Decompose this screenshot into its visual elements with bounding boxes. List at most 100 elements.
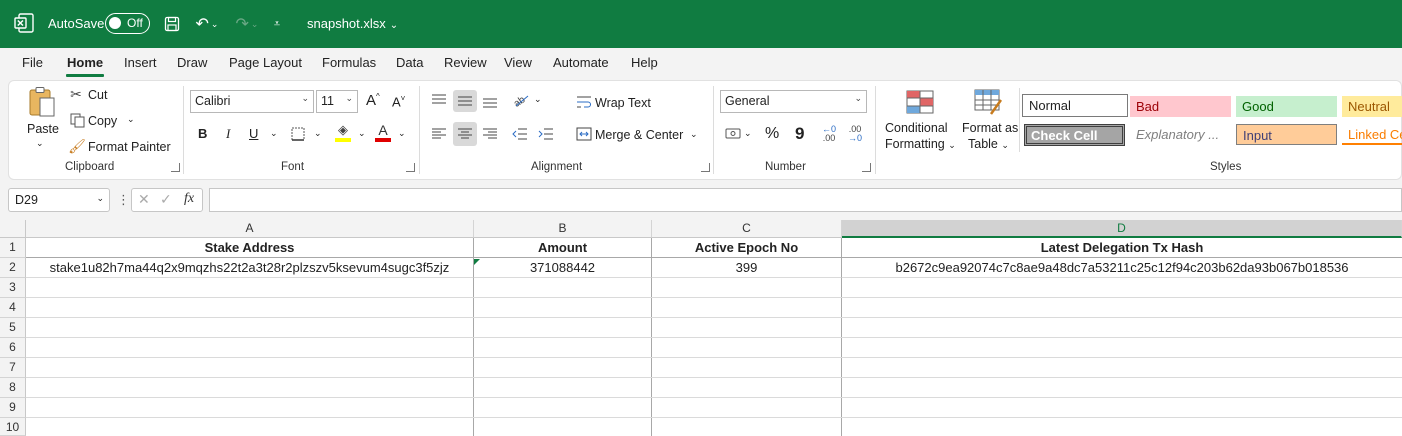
chevron-down-icon[interactable]: ⌄ xyxy=(744,128,752,139)
increase-indent-icon[interactable] xyxy=(536,124,556,144)
alignment-launcher-icon[interactable] xyxy=(701,163,710,172)
shrink-font-button[interactable]: A˅ xyxy=(392,94,405,109)
font-launcher-icon[interactable] xyxy=(406,163,415,172)
tab-formulas[interactable]: Formulas xyxy=(322,55,376,70)
tab-data[interactable]: Data xyxy=(396,55,423,70)
data-cell-active-epoch[interactable]: 399 xyxy=(652,258,842,278)
chevron-down-icon[interactable]: ⌄ xyxy=(36,138,44,149)
row-header[interactable]: 3 xyxy=(0,278,26,298)
orientation-icon[interactable]: ab xyxy=(510,90,532,110)
tab-file[interactable]: File xyxy=(22,55,43,70)
row-header[interactable]: 10 xyxy=(0,418,26,436)
data-cell-amount[interactable]: 371088442 xyxy=(474,258,652,278)
formula-input[interactable] xyxy=(209,188,1402,212)
font-color-button[interactable]: A xyxy=(374,122,392,142)
redo-button[interactable]: ↷ ⌄ xyxy=(231,13,263,35)
accounting-format-icon[interactable] xyxy=(724,125,744,143)
decrease-decimal-icon[interactable]: .00 →0 xyxy=(845,124,865,144)
number-launcher-icon[interactable] xyxy=(862,163,871,172)
filename-dropdown[interactable]: snapshot.xlsx ⌄ xyxy=(307,16,398,31)
header-cell-tx-hash[interactable]: Latest Delegation Tx Hash xyxy=(842,238,1402,258)
bold-button[interactable]: B xyxy=(198,126,207,141)
align-top-icon[interactable] xyxy=(429,90,449,110)
column-header-b[interactable]: B xyxy=(474,220,652,238)
header-cell-active-epoch[interactable]: Active Epoch No xyxy=(652,238,842,258)
chevron-down-icon[interactable]: ⌄ xyxy=(358,128,366,139)
enter-icon[interactable]: ✓ xyxy=(160,191,172,208)
row-header[interactable]: 7 xyxy=(0,358,26,378)
error-indicator-icon[interactable] xyxy=(474,259,480,265)
paste-icon[interactable] xyxy=(26,86,58,118)
fill-color-icon[interactable]: ◈ xyxy=(334,123,352,142)
save-icon[interactable] xyxy=(162,13,182,35)
row-header[interactable]: 9 xyxy=(0,398,26,418)
format-as-table-button-line2[interactable]: Table ⌄ xyxy=(968,137,1009,151)
format-as-table-button[interactable]: Format as xyxy=(962,121,1018,135)
tab-view[interactable]: View xyxy=(504,55,532,70)
row-header[interactable]: 4 xyxy=(0,298,26,318)
number-format-select[interactable]: General ⌄ xyxy=(720,90,867,113)
align-middle-icon[interactable] xyxy=(453,90,477,112)
select-all-corner[interactable] xyxy=(0,220,26,238)
column-header-a[interactable]: A xyxy=(26,220,474,238)
align-bottom-icon[interactable] xyxy=(480,92,500,112)
conditional-formatting-button-line2[interactable]: Formatting ⌄ xyxy=(885,137,956,151)
row-header[interactable]: 5 xyxy=(0,318,26,338)
align-left-icon[interactable] xyxy=(429,124,449,144)
font-size-select[interactable]: 11 ⌄ xyxy=(316,90,358,113)
style-explanatory[interactable]: Explanatory ... xyxy=(1130,124,1231,145)
borders-icon[interactable] xyxy=(290,126,306,142)
decrease-indent-icon[interactable] xyxy=(510,124,530,144)
style-input[interactable]: Input xyxy=(1236,124,1337,145)
style-normal[interactable]: Normal xyxy=(1022,94,1128,117)
increase-decimal-icon[interactable]: ←0.00 xyxy=(819,124,839,144)
clipboard-launcher-icon[interactable] xyxy=(171,163,180,172)
align-center-icon[interactable] xyxy=(453,122,477,146)
chevron-down-icon[interactable]: ⌄ xyxy=(534,94,542,105)
tab-automate[interactable]: Automate xyxy=(553,55,609,70)
conditional-formatting-button[interactable]: Conditional xyxy=(885,121,948,135)
chevron-down-icon[interactable]: ⌄ xyxy=(127,114,135,125)
data-cell-tx-hash[interactable]: b2672c9ea92074c7c8ae9a48dc7a53211c25c12f… xyxy=(842,258,1402,278)
font-name-select[interactable]: Calibri ⌄ xyxy=(190,90,314,113)
wrap-text-button[interactable]: Wrap Text xyxy=(595,96,651,110)
data-cell-stake-address[interactable]: stake1u82h7ma44q2x9mqzhs22t2a3t28r2plzsz… xyxy=(26,258,474,278)
chevron-down-icon[interactable]: ⌄ xyxy=(398,128,406,139)
grow-font-button[interactable]: A^ xyxy=(366,92,380,109)
copy-button[interactable]: Copy xyxy=(88,114,117,128)
tab-review[interactable]: Review xyxy=(444,55,487,70)
more-options-icon[interactable]: ⋮ xyxy=(117,192,130,208)
italic-button[interactable]: I xyxy=(226,126,230,142)
chevron-down-icon[interactable]: ⌄ xyxy=(690,129,698,140)
customize-quick-access-icon[interactable]: ⩡ xyxy=(270,13,284,35)
format-painter-button[interactable]: Format Painter xyxy=(88,140,171,154)
comma-style-button[interactable]: 9 xyxy=(795,124,804,144)
merge-center-button[interactable]: Merge & Center xyxy=(595,128,683,142)
row-header[interactable]: 1 xyxy=(0,238,26,258)
underline-button[interactable]: U xyxy=(249,126,258,141)
undo-button[interactable]: ↶ ⌄ xyxy=(191,13,223,35)
tab-draw[interactable]: Draw xyxy=(177,55,207,70)
autosave-toggle[interactable]: Off xyxy=(105,13,150,34)
row-header[interactable]: 8 xyxy=(0,378,26,398)
style-bad[interactable]: Bad xyxy=(1130,96,1231,117)
style-good[interactable]: Good xyxy=(1236,96,1337,117)
empty-grid[interactable] xyxy=(26,278,1402,436)
column-header-c[interactable]: C xyxy=(652,220,842,238)
cancel-icon[interactable]: ✕ xyxy=(138,191,150,208)
column-header-d[interactable]: D xyxy=(842,220,1402,238)
tab-help[interactable]: Help xyxy=(631,55,658,70)
chevron-down-icon[interactable]: ⌄ xyxy=(270,128,278,139)
header-cell-stake-address[interactable]: Stake Address xyxy=(26,238,474,258)
style-linked-cell[interactable]: Linked Ce xyxy=(1342,124,1402,145)
style-check-cell[interactable]: Check Cell xyxy=(1024,124,1125,146)
style-neutral[interactable]: Neutral xyxy=(1342,96,1402,117)
header-cell-amount[interactable]: Amount xyxy=(474,238,652,258)
percent-style-button[interactable]: % xyxy=(765,125,779,143)
insert-function-icon[interactable]: fx xyxy=(184,191,194,207)
row-header[interactable]: 6 xyxy=(0,338,26,358)
align-right-icon[interactable] xyxy=(480,124,500,144)
cut-button[interactable]: Cut xyxy=(88,88,107,102)
tab-page-layout[interactable]: Page Layout xyxy=(229,55,302,70)
name-box[interactable]: D29 ⌄ xyxy=(8,188,110,212)
